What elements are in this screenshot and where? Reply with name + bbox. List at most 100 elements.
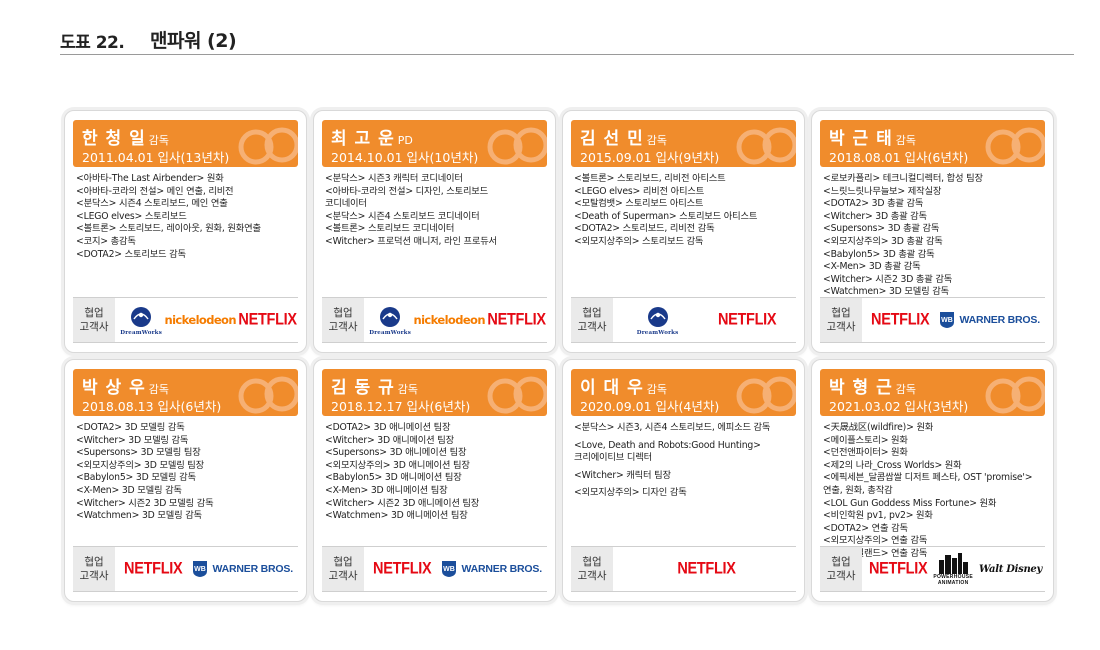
career-item: 연출, 원화, 총작감 — [823, 484, 893, 496]
career-list: <DOTA2> 3D 애니메이션 팀장 <Witcher> 3D 애니메이션 팀장… — [325, 422, 551, 523]
dreamworks-logo-text: DreamWorks — [369, 329, 411, 336]
client-logos: NETFLIX WB WARNER BROS. — [368, 547, 547, 591]
join-date: 2011.04.01 입사(13년차) — [82, 150, 230, 165]
join-date: 2021.03.02 입사(3년차) — [829, 399, 969, 414]
staff-role: 감독 — [148, 383, 170, 396]
career-item: <볼트론> 스토리보드, 리비전 아티스트 — [574, 173, 726, 184]
career-item: <Witcher> 캐릭터 팀장 — [574, 469, 671, 481]
card-header: 한 청 일 감독 2011.04.01 입사(13년차) — [73, 120, 298, 167]
nickelodeon-logo: nickelodeon — [413, 313, 485, 327]
client-label: 협업 고객사 — [571, 547, 613, 591]
career-item: <Watchmen> 3D 애니메이션 팀장 — [325, 510, 468, 522]
staff-card: 박 상 우 감독 2018.08.13 입사(6년차) <DOTA2> 3D 모델링 … — [64, 359, 307, 602]
nickelodeon-logo: nickelodeon — [164, 313, 236, 327]
staff-role: 감독 — [895, 134, 917, 147]
ring-decoration — [238, 127, 298, 165]
client-label: 협업 고객사 — [73, 298, 115, 342]
warner-logo-text: WARNER BROS. — [212, 563, 293, 575]
career-list: <볼트론> 스토리보드, 리비전 아티스트 <LEGO elves> 리비전 아티… — [574, 173, 800, 249]
client-label: 협업 고객사 — [820, 547, 862, 591]
career-item: <외모지상주의> 3D 모델링 팀장 — [76, 459, 205, 471]
career-list: <DOTA2> 3D 모델링 감독 <Witcher> 3D 모델링 감독 <Sup… — [76, 422, 302, 523]
career-item: <Witcher> 3D 모델링 감독 — [76, 434, 189, 446]
career-item: <DOTA2> 3D 모델링 감독 — [76, 422, 185, 433]
staff-name: 최 고 운 PD — [331, 129, 413, 149]
client-label: 협업 고객사 — [820, 298, 862, 342]
client-row: 협업 고객사 NETFLIX WB WARNER BROS. — [73, 546, 298, 592]
career-item: <DOTA2> 연출 감독 — [823, 522, 908, 534]
card-header: 박 근 태 감독 2018.08.01 입사(6년차) — [820, 120, 1045, 167]
client-label-text: 협업 고객사 — [577, 556, 607, 582]
career-item: <Witcher> 시즌2 3D 모델링 감독 — [76, 497, 214, 509]
career-item: <Death of Superman> 스토리보드 아티스트 — [574, 210, 758, 222]
client-row: 협업 고객사 DreamWorks NETFLIX — [571, 297, 796, 343]
client-label-text: 협업 고객사 — [826, 307, 856, 333]
career-item: <Witcher> 프로덕션 매니저, 라인 프로듀서 — [325, 235, 497, 247]
career-item: 코디네이터 — [325, 198, 367, 210]
career-item: <로보카폴리> 테크니컬디렉터, 합성 팀장 — [823, 173, 983, 184]
staff-card: 최 고 운 PD 2014.10.01 입사(10년차) <분닥스> 시즌3 캐릭터 … — [313, 110, 556, 353]
card-header: 박 형 근 감독 2021.03.02 입사(3년차) — [820, 369, 1045, 416]
career-item: <Witcher> 3D 애니메이션 팀장 — [325, 434, 454, 446]
figure-number: 도표 22. — [60, 33, 125, 53]
figure-header: 도표 22. 맨파워 (2) — [60, 24, 1074, 55]
dreamworks-logo-text: DreamWorks — [636, 329, 679, 336]
join-date: 2020.09.01 입사(4년차) — [580, 399, 720, 414]
client-row: 협업 고객사 NETFLIX POWERHOUSE ANIMATION Walt Disn… — [820, 546, 1045, 592]
dreamworks-logo: DreamWorks — [637, 305, 679, 336]
dreamworks-logo: DreamWorks — [369, 305, 411, 336]
career-item: <DOTA2> 3D 애니메이션 팀장 — [325, 422, 451, 433]
warner-logo: WB WARNER BROS. — [192, 560, 293, 578]
client-logos: NETFLIX WB WARNER BROS. — [119, 547, 298, 591]
ring-decoration — [238, 376, 298, 414]
netflix-logo: NETFLIX — [373, 560, 432, 578]
client-label: 협업 고객사 — [73, 547, 115, 591]
staff-name: 박 상 우 감독 — [82, 378, 170, 398]
staff-role: 감독 — [148, 134, 170, 147]
career-item: <외모지상주의> 3D 총괄 감독 — [823, 235, 943, 247]
career-list: <분닥스> 시즌3 캐릭터 코디네이터 <아바타-코라의 전설> 디자인, 스토리… — [325, 173, 551, 249]
career-item: <LEGO elves> 스토리보드 — [76, 210, 187, 222]
client-row: 협업 고객사 NETFLIX WB WARNER BROS. — [820, 297, 1045, 343]
career-item: <X-Men> 3D 애니메이션 팀장 — [325, 484, 448, 496]
staff-card: 김 선 민 감독 2015.09.01 입사(9년차) <볼트론> 스토리보드, 리비… — [562, 110, 805, 353]
staff-name: 박 형 근 감독 — [829, 378, 917, 398]
career-item: <Witcher> 시즌2 3D 총괄 감독 — [823, 273, 953, 285]
career-item: <Babylon5> 3D 총괄 감독 — [823, 248, 935, 260]
career-item: <아바타-코라의 전설> 메인 연출, 리비전 — [76, 185, 234, 197]
staff-card: 박 근 태 감독 2018.08.01 입사(6년차) <로보카폴리> 테크니컬디렉터… — [811, 110, 1054, 353]
career-item: <DOTA2> 스토리보드 감독 — [76, 248, 186, 260]
career-item: <비인학원 pv1, pv2> 원화 — [823, 510, 933, 522]
career-item: <Babylon5> 3D 애니메이션 팀장 — [325, 472, 462, 484]
career-item: <메이플스토리> 원화 — [823, 434, 908, 446]
staff-name: 김 동 규 감독 — [331, 378, 419, 398]
client-label-text: 협업 고객사 — [577, 307, 607, 333]
client-logos: DreamWorks nickelodeon NETFLIX — [119, 298, 298, 342]
client-logos: NETFLIX — [617, 547, 796, 591]
ring-decoration — [736, 127, 796, 165]
staff-card: 한 청 일 감독 2011.04.01 입사(13년차) <아바타-The Last … — [64, 110, 307, 353]
warner-logo: WB WARNER BROS. — [939, 311, 1040, 329]
client-label: 협업 고객사 — [571, 298, 613, 342]
manpower-grid: 한 청 일 감독 2011.04.01 입사(13년차) <아바타-The Last … — [64, 110, 1060, 604]
staff-name: 김 선 민 감독 — [580, 129, 668, 149]
warner-logo-text: WARNER BROS. — [959, 314, 1040, 326]
card-header: 김 동 규 감독 2018.12.17 입사(6년차) — [322, 369, 547, 416]
figure-title: 맨파워 (2) — [150, 30, 237, 52]
client-row: 협업 고객사 DreamWorks nickelodeon NETFLIX — [73, 297, 298, 343]
career-item: <분닥스> 시즌4 스토리보드 코디네이터 — [325, 210, 480, 222]
svg-text:WB: WB — [444, 566, 456, 573]
career-item: <느릿느릿나무늘보> 제작실장 — [823, 185, 942, 197]
staff-role: 감독 — [646, 383, 668, 396]
career-item: <외모지상주의> 3D 애니메이션 팀장 — [325, 459, 470, 471]
career-item: <Supersons> 3D 모델링 팀장 — [76, 447, 201, 459]
powerhouse-logo: POWERHOUSE ANIMATION — [933, 552, 973, 586]
staff-card: 이 대 우 감독 2020.09.01 입사(4년차) <분닥스> 시즌3, 시즌4 … — [562, 359, 805, 602]
staff-role: PD — [397, 134, 413, 147]
staff-role: 감독 — [895, 383, 917, 396]
client-logos: DreamWorks NETFLIX — [617, 298, 796, 342]
netflix-logo: NETFLIX — [871, 311, 930, 329]
powerhouse-logo-subtext: ANIMATION — [937, 580, 969, 586]
card-header: 최 고 운 PD 2014.10.01 입사(10년차) — [322, 120, 547, 167]
client-label: 협업 고객사 — [322, 298, 364, 342]
